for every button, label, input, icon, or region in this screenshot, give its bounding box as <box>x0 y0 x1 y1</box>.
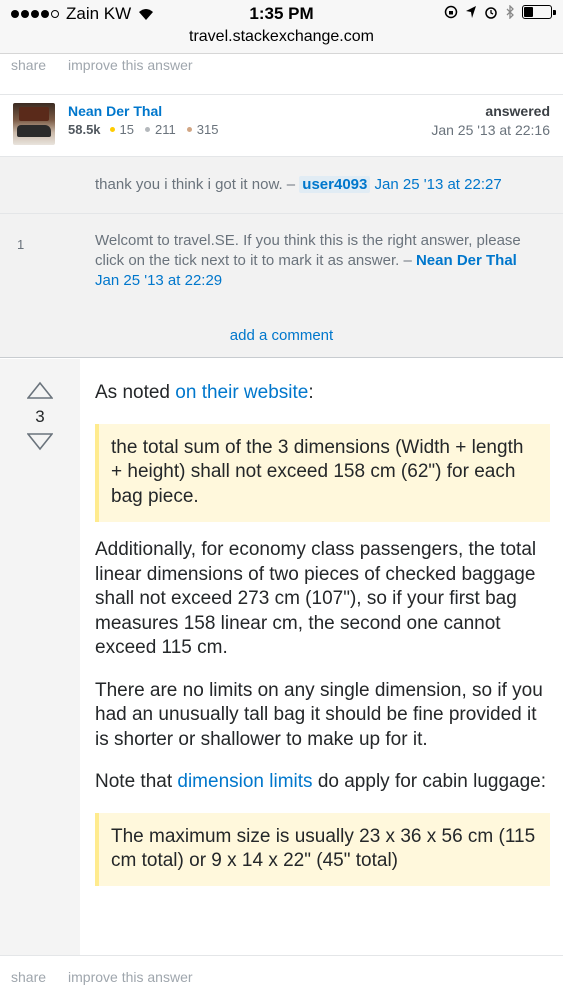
user-stats: 58.5k 15 211 315 <box>68 122 218 137</box>
note-suffix: do apply for cabin luggage: <box>317 771 546 792</box>
vote-column: 3 <box>0 359 80 955</box>
answer-note: Note that dimension limits do apply for … <box>95 770 550 795</box>
post-menu-top: share improve this answer <box>11 57 193 73</box>
avatar-bags <box>19 107 49 121</box>
location-icon <box>466 6 476 18</box>
dimension-limits-link[interactable]: dimension limits <box>177 771 312 792</box>
status-bar: Zain KW 1:35 PM <box>0 0 563 28</box>
comment-user-link[interactable]: Nean Der Thal <box>416 252 517 269</box>
comment-score: 1 <box>17 237 25 252</box>
website-link[interactable]: on their website <box>175 382 308 403</box>
silver-badge-count: 211 <box>155 122 176 137</box>
avatar-car <box>17 125 51 137</box>
battery-icon <box>522 5 556 19</box>
downvote-arrow-icon[interactable] <box>27 433 53 451</box>
comments-section: thank you i think i got it now. – user40… <box>0 156 563 358</box>
improve-answer-link[interactable]: improve this answer <box>68 969 193 985</box>
answer-paragraph-2: There are no limits on any single dimens… <box>95 679 543 750</box>
answer-intro: As noted on their website: <box>95 381 550 406</box>
gold-badge-icon <box>109 126 115 132</box>
quote-text: The maximum size is usually 23 x 36 x 56… <box>111 825 536 872</box>
rotation-lock-icon <box>444 5 458 19</box>
answer-body: As noted on their website: the total sum… <box>95 381 550 902</box>
answer: 3 As noted on their website: the total s… <box>0 359 563 955</box>
blockquote-cabin-luggage: The maximum size is usually 23 x 36 x 56… <box>95 812 550 886</box>
answered-date[interactable]: Jan 25 '13 at 22:16 <box>431 122 550 138</box>
battery-level <box>524 7 533 17</box>
url-text: travel.stackexchange.com <box>189 28 374 45</box>
comment-date-link[interactable]: Jan 25 '13 at 22:29 <box>95 272 222 289</box>
user-card: Nean Der Thal 58.5k 15 211 315 answered … <box>0 94 563 156</box>
improve-answer-link[interactable]: improve this answer <box>68 57 193 73</box>
post-menu-bottom: share improve this answer <box>11 969 193 985</box>
comment-text: thank you i think i got it now. – <box>95 176 296 193</box>
share-link[interactable]: share <box>11 57 46 73</box>
intro-text: As noted <box>95 382 170 403</box>
share-link[interactable]: share <box>11 969 46 985</box>
answered-label: answered <box>485 103 550 119</box>
silver-badge-icon <box>145 126 151 132</box>
user-name-link[interactable]: Nean Der Thal <box>68 103 162 119</box>
address-bar[interactable]: travel.stackexchange.com <box>0 28 563 54</box>
comment-1: thank you i think i got it now. – user40… <box>95 175 545 195</box>
vote-count: 3 <box>35 407 45 426</box>
post-menu-bottom-bar: share improve this answer <box>0 955 563 1000</box>
comment-date-link[interactable]: Jan 25 '13 at 22:27 <box>375 176 502 193</box>
reputation: 58.5k <box>68 122 101 137</box>
status-right <box>444 5 556 19</box>
user-avatar[interactable] <box>13 103 55 145</box>
comment-divider <box>0 213 563 214</box>
quote-text: the total sum of the 3 dimensions (Width… <box>111 436 524 507</box>
bronze-badge-count: 315 <box>196 122 219 137</box>
gold-badge-count: 15 <box>119 122 135 137</box>
bluetooth-icon <box>506 5 514 19</box>
comment-2: Welcomt to travel.SE. If you think this … <box>95 231 545 291</box>
note-prefix: Note that <box>95 771 173 792</box>
add-comment-link[interactable]: add a comment <box>0 327 563 344</box>
battery-tip <box>553 10 556 15</box>
answer-paragraph-1: Additionally, for economy class passenge… <box>95 539 537 658</box>
blockquote-checked-baggage: the total sum of the 3 dimensions (Width… <box>95 423 550 522</box>
alarm-icon <box>485 7 497 19</box>
intro-suffix: : <box>308 382 314 403</box>
bronze-badge-icon <box>186 126 192 132</box>
upvote-arrow-icon[interactable] <box>27 381 53 399</box>
comment-user-link[interactable]: user4093 <box>299 176 371 193</box>
